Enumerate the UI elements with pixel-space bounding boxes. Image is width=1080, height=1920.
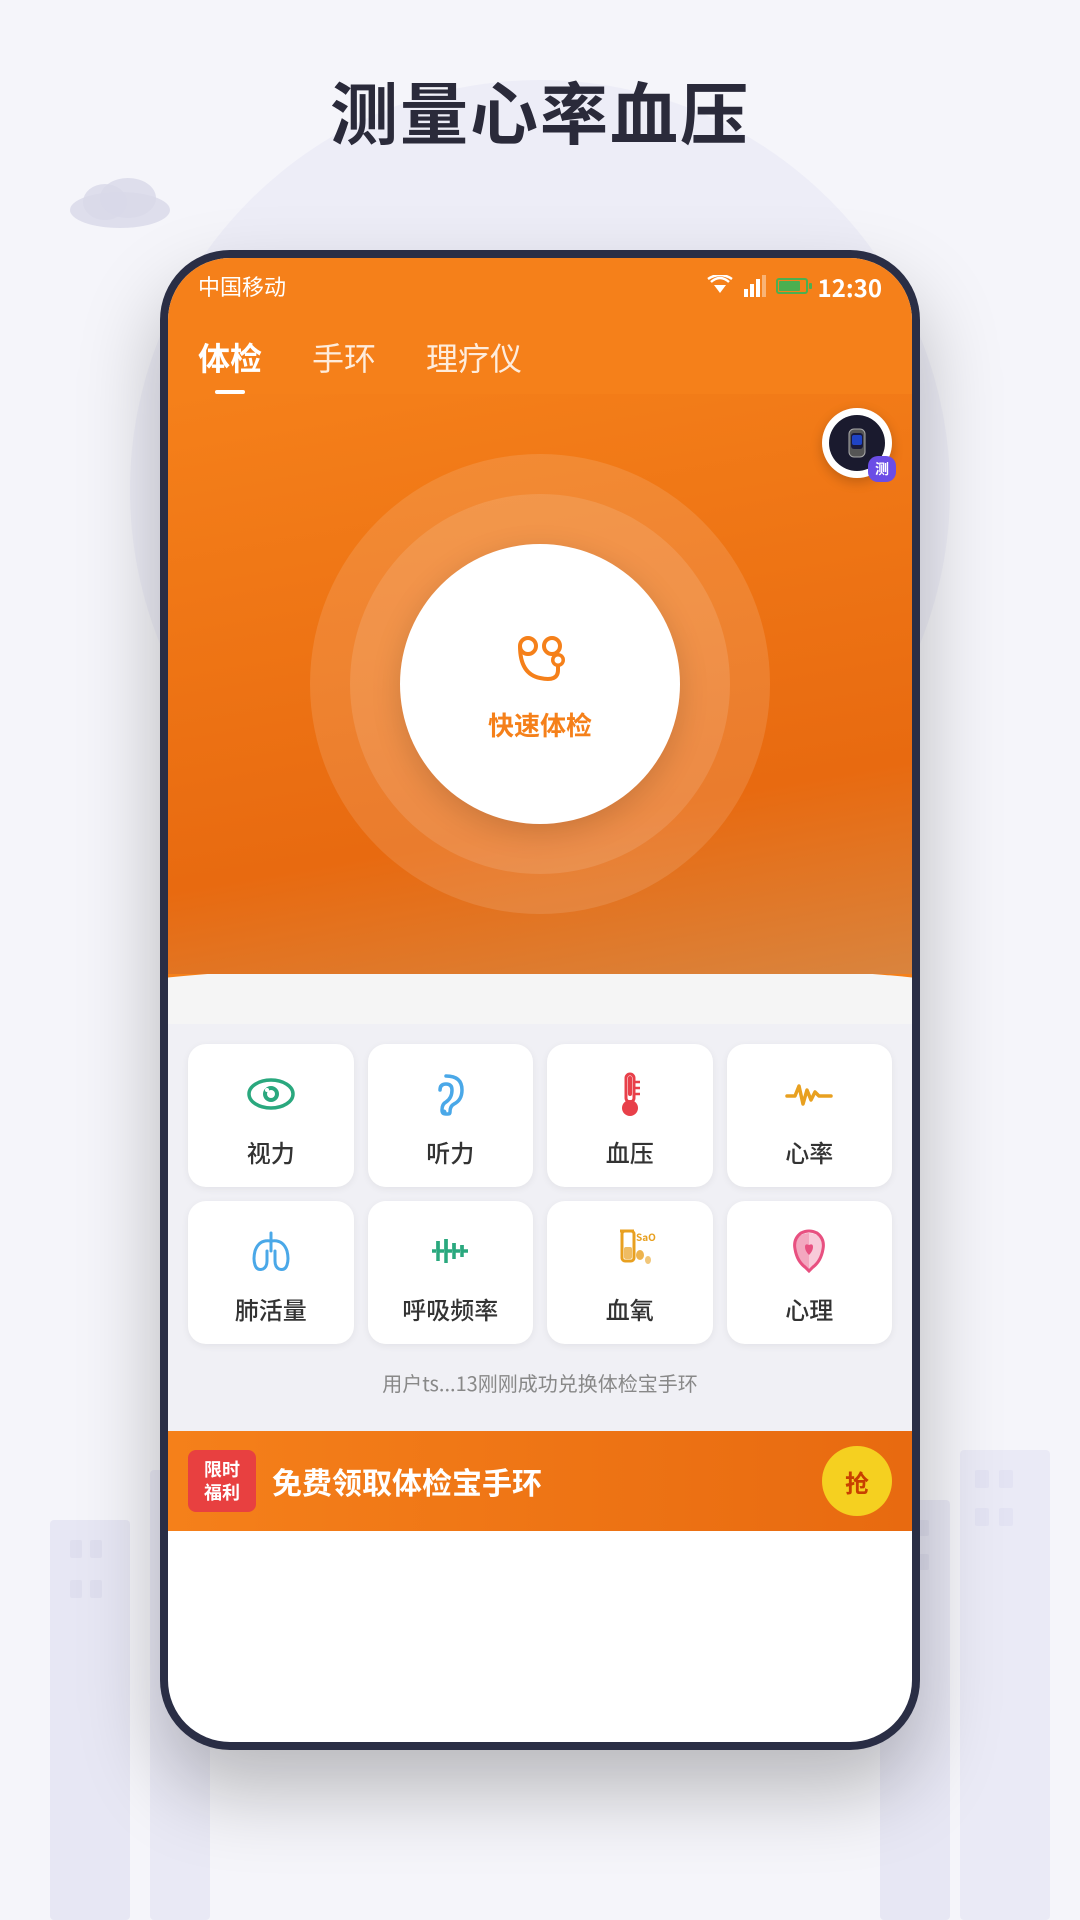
svg-text:SaO2: SaO2	[636, 1229, 656, 1244]
phone-mockup: 中国移动 12:30	[160, 250, 920, 1750]
wave-separator	[168, 974, 912, 1024]
feature-grid-row1: 视力 听力	[188, 1044, 892, 1187]
mental-icon	[783, 1225, 835, 1277]
quick-exam-button[interactable]: 快速体检	[400, 544, 680, 824]
vision-label: 视力	[247, 1134, 295, 1169]
hearing-label: 听力	[426, 1134, 474, 1169]
page-title: 测量心率血压	[0, 60, 1080, 159]
status-icons: 12:30	[706, 269, 882, 304]
tab-ti-jian[interactable]: 体检	[198, 334, 262, 394]
feature-grid-row2: 肺活量	[188, 1201, 892, 1344]
wifi-icon	[706, 275, 734, 297]
promo-banner[interactable]: 限时 福利 免费领取体检宝手环 抢	[168, 1431, 912, 1531]
blood-oxygen-icon: SaO2	[604, 1225, 656, 1277]
carrier-label: 中国移动	[198, 270, 286, 302]
nav-tabs: 体检 手环 理疗仪	[198, 334, 882, 394]
notification-text: 用户ts...13刚刚成功兑换体检宝手环	[382, 1368, 698, 1397]
thermometer-icon	[604, 1068, 656, 1120]
promo-text: 免费领取体检宝手环	[272, 1459, 822, 1503]
feature-heart-rate[interactable]: 心率	[727, 1044, 893, 1187]
stethoscope-icon	[500, 626, 580, 706]
feature-breathing[interactable]: 呼吸频率	[368, 1201, 534, 1344]
bp-label: 血压	[606, 1134, 654, 1169]
promo-badge: 限时 福利	[188, 1450, 256, 1513]
feature-mental[interactable]: 心理	[727, 1201, 893, 1344]
feature-grid-container: 视力 听力	[168, 1024, 912, 1431]
lung-label: 肺活量	[235, 1291, 307, 1326]
feature-blood-pressure[interactable]: 血压	[547, 1044, 713, 1187]
wave-svg	[168, 974, 912, 1024]
tab-shou-huan[interactable]: 手环	[312, 334, 376, 394]
hero-label: 快速体检	[488, 706, 592, 743]
cloud-icon	[60, 170, 180, 230]
breathing-icon	[424, 1225, 476, 1277]
notification-bar: 用户ts...13刚刚成功兑换体检宝手环	[188, 1358, 892, 1411]
device-badge-label: 测	[868, 456, 896, 482]
app-header: 体检 手环 理疗仪	[168, 314, 912, 394]
feature-blood-oxygen[interactable]: SaO2 血氧	[547, 1201, 713, 1344]
status-time: 12:30	[818, 269, 882, 304]
status-bar: 中国移动 12:30	[168, 258, 912, 314]
signal-icon	[744, 275, 766, 297]
band-icon	[839, 425, 875, 461]
eye-icon	[245, 1068, 297, 1120]
tab-li-liao-yi[interactable]: 理疗仪	[426, 334, 522, 394]
phone-screen: 中国移动 12:30	[168, 258, 912, 1742]
hero-area: 快速体检 测	[168, 394, 912, 974]
blood-oxygen-label: 血氧	[606, 1291, 654, 1326]
feature-hearing[interactable]: 听力	[368, 1044, 534, 1187]
mental-label: 心理	[785, 1291, 833, 1326]
breathing-label: 呼吸频率	[402, 1291, 498, 1326]
device-badge[interactable]: 测	[822, 408, 892, 478]
feature-vision[interactable]: 视力	[188, 1044, 354, 1187]
ear-icon	[424, 1068, 476, 1120]
heart-rate-label: 心率	[785, 1134, 833, 1169]
ecg-icon	[783, 1068, 835, 1120]
lung-icon	[245, 1225, 297, 1277]
battery-icon	[776, 278, 808, 294]
promo-grab-button[interactable]: 抢	[822, 1446, 892, 1516]
feature-lung[interactable]: 肺活量	[188, 1201, 354, 1344]
